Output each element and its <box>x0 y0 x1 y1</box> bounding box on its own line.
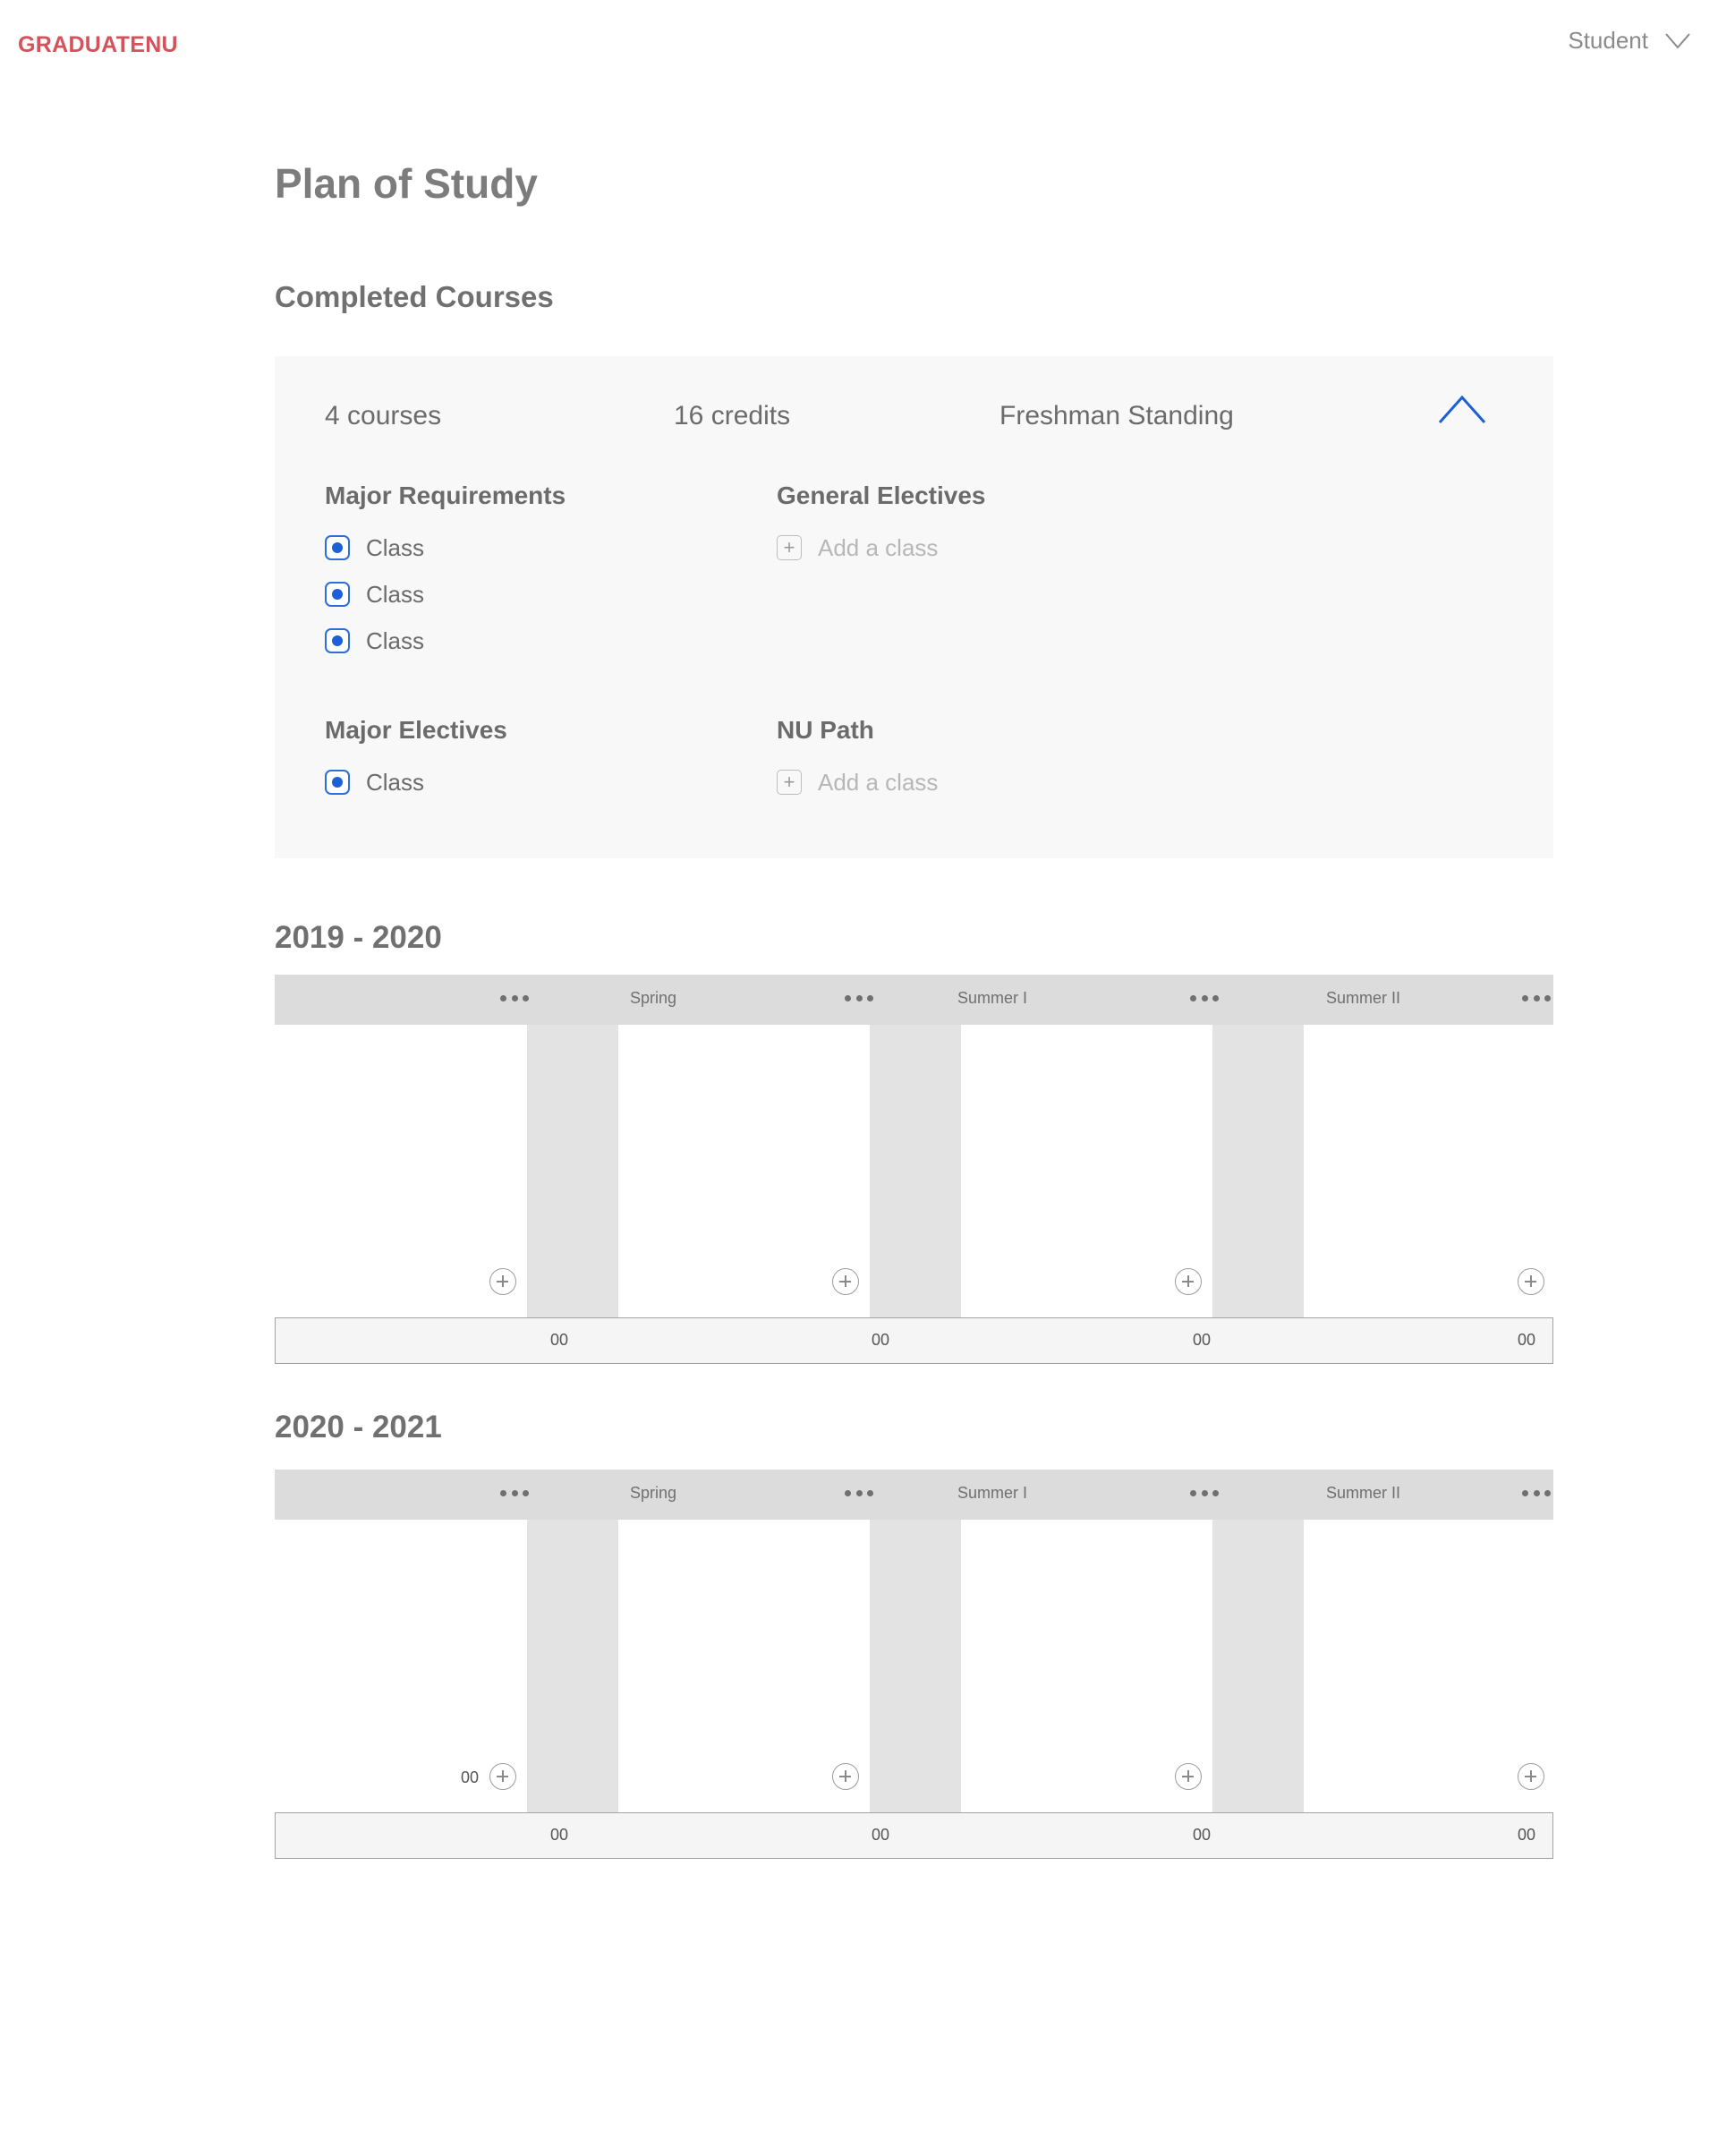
selected-radio-icon[interactable] <box>325 582 350 607</box>
completed-class-item[interactable]: Class <box>325 759 507 805</box>
selected-radio-icon[interactable] <box>325 770 350 795</box>
user-menu[interactable]: Student <box>1568 27 1691 55</box>
major-electives-group: Major Electives Class <box>325 716 507 805</box>
group-title: Major Requirements <box>325 481 566 509</box>
add-course-icon[interactable] <box>1518 1763 1544 1790</box>
year-block-2020-2021: Spring Summer I Summer II 00 00 00 00 00 <box>275 1470 1553 1859</box>
term-divider <box>870 1520 961 1812</box>
add-class-label: Add a class <box>818 768 939 796</box>
credit-count: 16 credits <box>674 401 791 430</box>
year-title: 2020 - 2021 <box>275 1410 442 1444</box>
add-course-icon[interactable] <box>489 1763 516 1790</box>
standing-label: Freshman Standing <box>999 401 1234 430</box>
add-class-button[interactable]: + Add a class <box>777 759 938 805</box>
year-title: 2019 - 2020 <box>275 920 442 955</box>
completed-courses-title: Completed Courses <box>275 280 554 313</box>
more-options-icon[interactable] <box>1190 989 1219 1007</box>
completed-class-item[interactable]: Class <box>325 571 566 618</box>
more-options-icon[interactable] <box>845 1484 873 1502</box>
selected-radio-icon[interactable] <box>325 535 350 560</box>
add-course-icon[interactable] <box>1175 1268 1202 1295</box>
term-divider <box>870 1025 961 1317</box>
year-header: Spring Summer I Summer II <box>275 975 1553 1025</box>
nu-path-group: NU Path + Add a class <box>777 716 938 805</box>
term-divider <box>1212 1025 1304 1317</box>
group-title: Major Electives <box>325 716 507 744</box>
chevron-up-icon <box>1438 395 1486 423</box>
year-body <box>275 1025 1553 1317</box>
class-label: Class <box>366 533 425 561</box>
class-label: Class <box>366 580 425 608</box>
plus-icon: + <box>777 770 802 795</box>
more-options-icon[interactable] <box>1190 1484 1219 1502</box>
add-course-icon[interactable] <box>1518 1268 1544 1295</box>
page-title: Plan of Study <box>275 160 538 207</box>
term-label-spring: Spring <box>630 1484 677 1502</box>
more-options-icon[interactable] <box>1522 1484 1551 1502</box>
term-credit-total: 00 <box>872 1331 890 1349</box>
term-label-summer-2: Summer II <box>1326 989 1401 1007</box>
add-course-icon[interactable] <box>1175 1763 1202 1790</box>
more-options-icon[interactable] <box>845 989 873 1007</box>
completed-class-item[interactable]: Class <box>325 524 566 571</box>
selected-radio-icon[interactable] <box>325 628 350 653</box>
term-label-summer-1: Summer I <box>957 1484 1028 1502</box>
add-course-icon[interactable] <box>489 1268 516 1295</box>
user-menu-label: Student <box>1568 27 1648 54</box>
general-electives-group: General Electives + Add a class <box>777 481 985 571</box>
term-label-summer-2: Summer II <box>1326 1484 1401 1502</box>
course-count: 4 courses <box>325 401 442 430</box>
add-course-icon[interactable] <box>832 1763 859 1790</box>
class-label: Class <box>366 626 425 654</box>
add-class-label: Add a class <box>818 533 939 561</box>
more-options-icon[interactable] <box>500 1484 529 1502</box>
term-credit-total: 00 <box>1518 1826 1536 1844</box>
completed-class-item[interactable]: Class <box>325 618 566 664</box>
completed-courses-panel: 4 courses 16 credits Freshman Standing M… <box>275 356 1553 858</box>
term-credit-total: 00 <box>1518 1331 1536 1349</box>
add-class-button[interactable]: + Add a class <box>777 524 985 571</box>
add-course-icon[interactable] <box>832 1268 859 1295</box>
year-header: Spring Summer I Summer II <box>275 1470 1553 1520</box>
class-label: Class <box>366 768 425 796</box>
term-divider <box>527 1520 618 1812</box>
group-title: NU Path <box>777 716 874 744</box>
more-options-icon[interactable] <box>1522 989 1551 1007</box>
term-credit-count: 00 <box>461 1768 480 1786</box>
group-title: General Electives <box>777 481 986 509</box>
term-divider <box>1212 1520 1304 1812</box>
term-label-spring: Spring <box>630 989 677 1007</box>
term-label-summer-1: Summer I <box>957 989 1028 1007</box>
term-credit-total: 00 <box>1193 1826 1212 1844</box>
year-body: 00 <box>275 1520 1553 1812</box>
term-credit-total: 00 <box>872 1826 890 1844</box>
chevron-down-icon <box>1665 32 1690 49</box>
term-credit-total: 00 <box>550 1826 569 1844</box>
brand-logo[interactable]: GRADUATENU <box>18 32 178 58</box>
term-credit-total: 00 <box>1193 1331 1212 1349</box>
term-credit-total: 00 <box>550 1331 569 1349</box>
major-requirements-group: Major Requirements Class Class Class <box>325 481 566 664</box>
more-options-icon[interactable] <box>500 989 529 1007</box>
collapse-button[interactable] <box>1437 392 1487 428</box>
year-totals: 00 00 00 00 <box>275 1812 1553 1859</box>
term-divider <box>527 1025 618 1317</box>
year-totals: 00 00 00 00 <box>275 1317 1553 1364</box>
year-block-2019-2020: Spring Summer I Summer II 00 00 00 00 <box>275 975 1553 1364</box>
plus-icon: + <box>777 535 802 560</box>
